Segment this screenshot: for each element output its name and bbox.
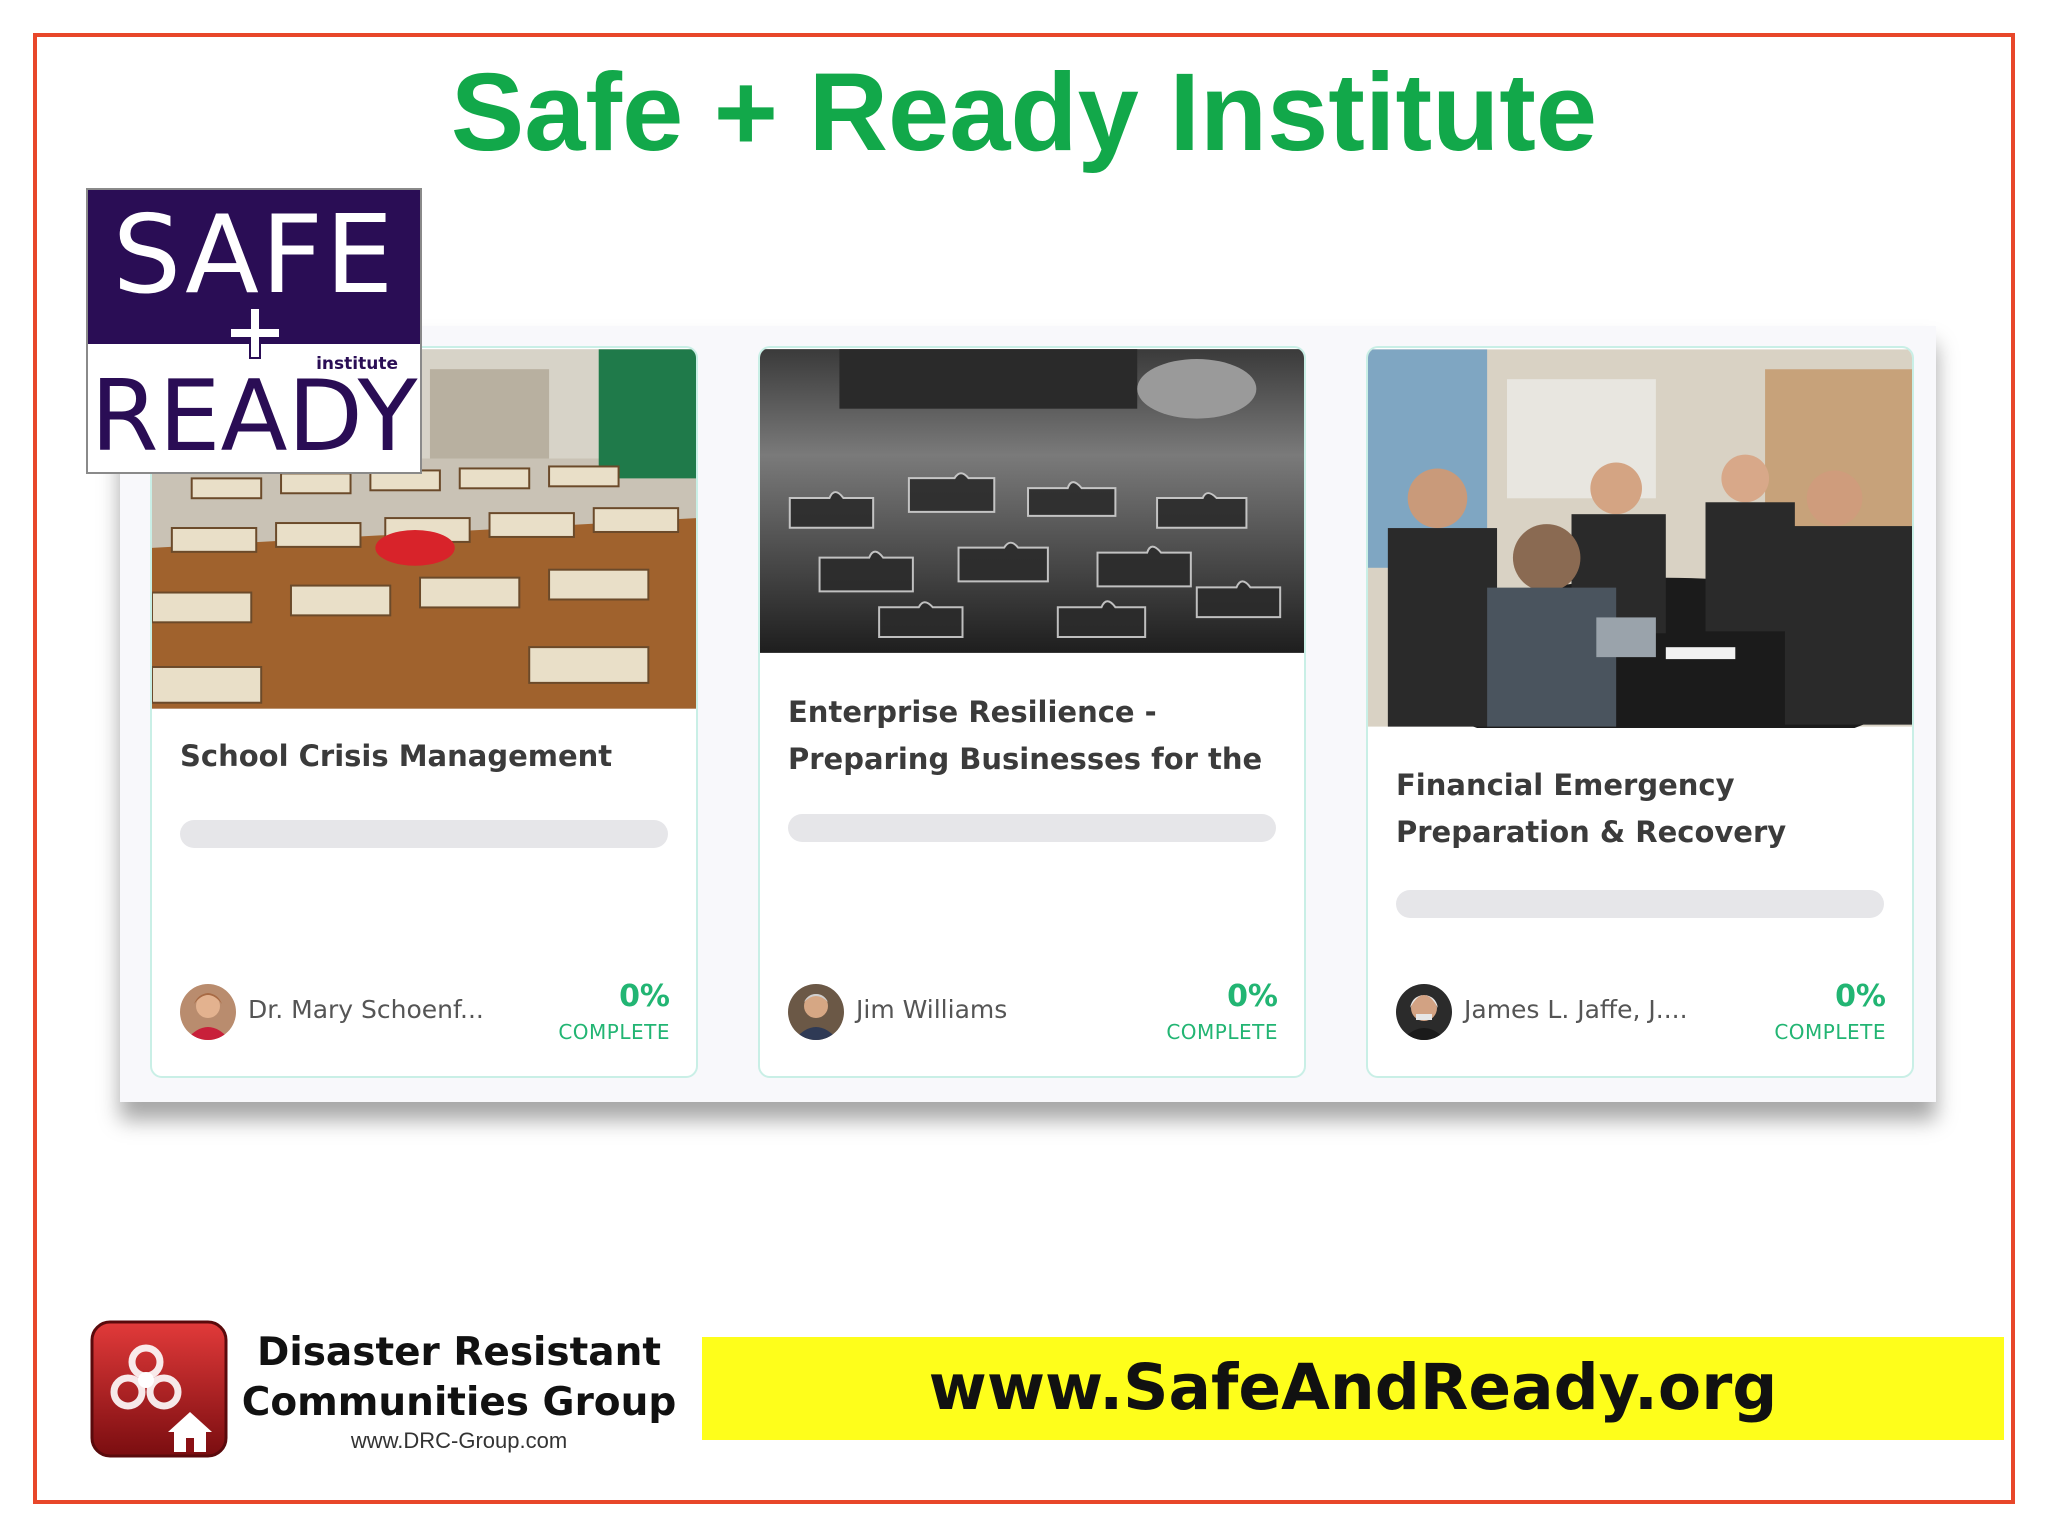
avatar — [1396, 984, 1452, 1040]
completion-percent: 0% — [1835, 979, 1886, 1014]
completion-percent: 0% — [1227, 979, 1278, 1014]
website-url[interactable]: www.SafeAndReady.org — [702, 1351, 2004, 1424]
course-card-financial-emergency[interactable]: Financial Emergency Preparation & Recove… — [1366, 346, 1914, 1078]
page-title: Safe + Ready Institute — [450, 51, 1598, 174]
completion-label: COMPLETE — [1774, 1020, 1886, 1044]
org-url[interactable]: www.DRC-Group.com — [234, 1428, 684, 1454]
author-name: Dr. Mary Schoenf... — [248, 995, 484, 1024]
completion-label: COMPLETE — [558, 1020, 670, 1044]
completion-label: COMPLETE — [1166, 1020, 1278, 1044]
website-banner: www.SafeAndReady.org — [702, 1337, 2004, 1440]
safe-ready-logo: SAFE institute READY — [86, 188, 422, 474]
logo-safe-word: SAFE — [112, 193, 396, 318]
logo-ready-word: READY — [90, 360, 418, 474]
avatar — [180, 984, 236, 1040]
avatar — [788, 984, 844, 1040]
progress-bar — [1396, 890, 1884, 918]
plus-icon — [229, 307, 281, 359]
org-name-line1: Disaster Resistant — [256, 1330, 662, 1375]
org-name: Disaster Resistant Communities Group — [234, 1328, 684, 1428]
completion-percent: 0% — [619, 979, 670, 1014]
course-card-enterprise-resilience[interactable]: Enterprise Resilience - Preparing Busine… — [758, 346, 1306, 1078]
author-name: James L. Jaffe, J.... — [1464, 995, 1688, 1024]
progress-bar — [180, 820, 668, 848]
course-title[interactable]: School Crisis Management — [180, 733, 668, 780]
course-title[interactable]: Enterprise Resilience - Preparing Busine… — [788, 689, 1276, 783]
course-title[interactable]: Financial Emergency Preparation & Recove… — [1396, 762, 1884, 856]
course-image-meeting — [1368, 349, 1912, 728]
progress-bar — [788, 814, 1276, 842]
author-name: Jim Williams — [856, 995, 1008, 1024]
course-image-puzzle — [760, 349, 1304, 653]
org-name-line2: Communities Group — [241, 1380, 677, 1425]
biohazard-house-icon — [90, 1320, 228, 1458]
